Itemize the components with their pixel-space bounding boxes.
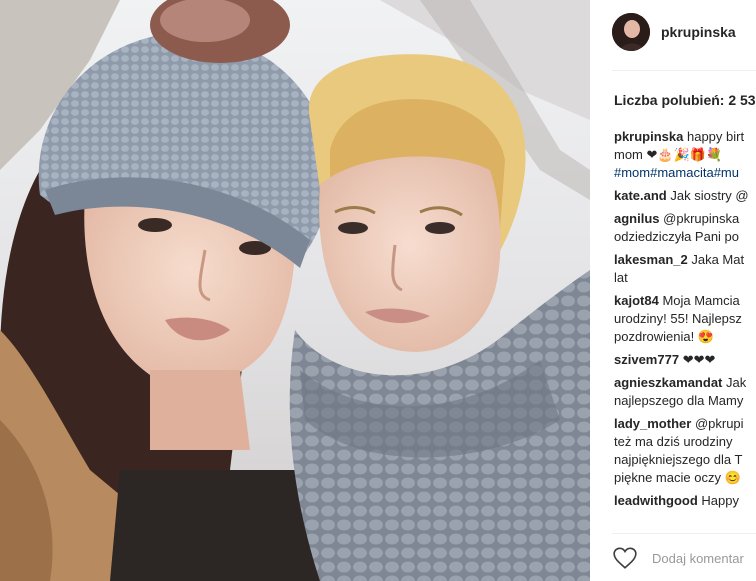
comment-item: kate.and Jak siostry @ [614, 187, 756, 205]
comment-username[interactable]: lakesman_2 [614, 252, 688, 267]
header-divider [612, 70, 756, 71]
post-sidebar: pkrupinska Liczba polubień: 2 53 pkrupin… [590, 0, 756, 581]
comment-line: agnieszkamandat Jak [614, 374, 756, 392]
comment-hashtags[interactable]: #mom#mamacita#mu [614, 164, 756, 182]
add-comment-input[interactable]: Dodaj komentar [652, 551, 744, 566]
comment-text: urodziny! 55! Najlepsz [614, 311, 742, 326]
post-footer: Dodaj komentar [612, 545, 744, 571]
comment-item: lakesman_2 Jaka Mat lat [614, 251, 756, 287]
comment-text: Jak siostry @ [670, 188, 749, 203]
comment-text: Jak [726, 375, 747, 390]
comment-text: ❤❤❤ [682, 352, 716, 367]
comment-username[interactable]: kajot84 [614, 293, 659, 308]
comment-username[interactable]: szivem777 [614, 352, 679, 367]
comment-text: lat [614, 270, 628, 285]
comment-line: lakesman_2 Jaka Mat [614, 251, 756, 269]
comment-line: szivem777 ❤❤❤ [614, 351, 756, 369]
avatar-image [612, 13, 650, 51]
comment-text: pozdrowienia! 😍 [614, 329, 715, 344]
comment-line: też ma dziś urodziny [614, 433, 756, 451]
comment-item: szivem777 ❤❤❤ [614, 351, 756, 369]
comment-text: najlepszego dla Mamy [614, 393, 744, 408]
comment-line: najpiękniejszego dla T [614, 451, 756, 469]
comment-text: też ma dziś urodziny [614, 434, 733, 449]
selfie-image [0, 0, 590, 581]
comment-line: odziedziczyła Pani po [614, 228, 756, 246]
comment-line: pozdrowienia! 😍 [614, 328, 756, 346]
comment-text: Moja Mamcia [662, 293, 740, 308]
footer-divider [612, 533, 756, 534]
comment-line: pkrupinska happy birt [614, 128, 756, 146]
heart-outline-icon[interactable] [612, 545, 638, 571]
comment-line: urodziny! 55! Najlepsz [614, 310, 756, 328]
comment-text: odziedziczyła Pani po [614, 229, 740, 244]
comment-item: agnilus @pkrupinska odziedziczyła Pani po [614, 210, 756, 246]
likes-count[interactable]: Liczba polubień: 2 53 [614, 92, 756, 108]
header-username[interactable]: pkrupinska [661, 24, 736, 40]
comment-text: @pkrupinska [663, 211, 740, 226]
comment-item: leadwithgood Happy [614, 492, 756, 510]
comment-item: kajot84 Moja Mamcia urodziny! 55! Najleps… [614, 292, 756, 346]
post-header: pkrupinska [612, 12, 736, 52]
comment-username[interactable]: kate.and [614, 188, 667, 203]
comment-text: @pkrupi [694, 416, 744, 431]
comment-line: kate.and Jak siostry @ [614, 187, 756, 205]
comment-item: lady_mother @pkrupi też ma dziś urodziny n… [614, 415, 756, 487]
comments-list: pkrupinska happy birt mom ❤🎂🎉🎁💐 #mom#mamac… [614, 128, 756, 515]
comment-line: lat [614, 269, 756, 287]
comment-item: pkrupinska happy birt mom ❤🎂🎉🎁💐 #mom#mamac… [614, 128, 756, 182]
comment-item: agnieszkamandat Jak najlepszego dla Mamy [614, 374, 756, 410]
comment-text: Happy [701, 493, 739, 508]
comment-line: mom ❤🎂🎉🎁💐 [614, 146, 756, 164]
post-photo[interactable] [0, 0, 590, 581]
comment-username[interactable]: pkrupinska [614, 129, 683, 144]
comment-line: najlepszego dla Mamy [614, 392, 756, 410]
comment-line: leadwithgood Happy [614, 492, 756, 510]
comment-username[interactable]: agnieszkamandat [614, 375, 722, 390]
comment-text: piękne macie oczy 😊 [614, 470, 741, 485]
comment-line: piękne macie oczy 😊 [614, 469, 756, 487]
comment-text: mom ❤🎂🎉🎁💐 [614, 147, 723, 162]
comment-text: happy birt [686, 129, 745, 144]
comment-text: Jaka Mat [691, 252, 745, 267]
comment-line: kajot84 Moja Mamcia [614, 292, 756, 310]
comment-username[interactable]: leadwithgood [614, 493, 698, 508]
comment-line: lady_mother @pkrupi [614, 415, 756, 433]
comment-line: agnilus @pkrupinska [614, 210, 756, 228]
comment-username[interactable]: lady_mother [614, 416, 691, 431]
profile-avatar[interactable] [612, 13, 650, 51]
comment-text: najpiękniejszego dla T [614, 452, 743, 467]
comment-username[interactable]: agnilus [614, 211, 660, 226]
